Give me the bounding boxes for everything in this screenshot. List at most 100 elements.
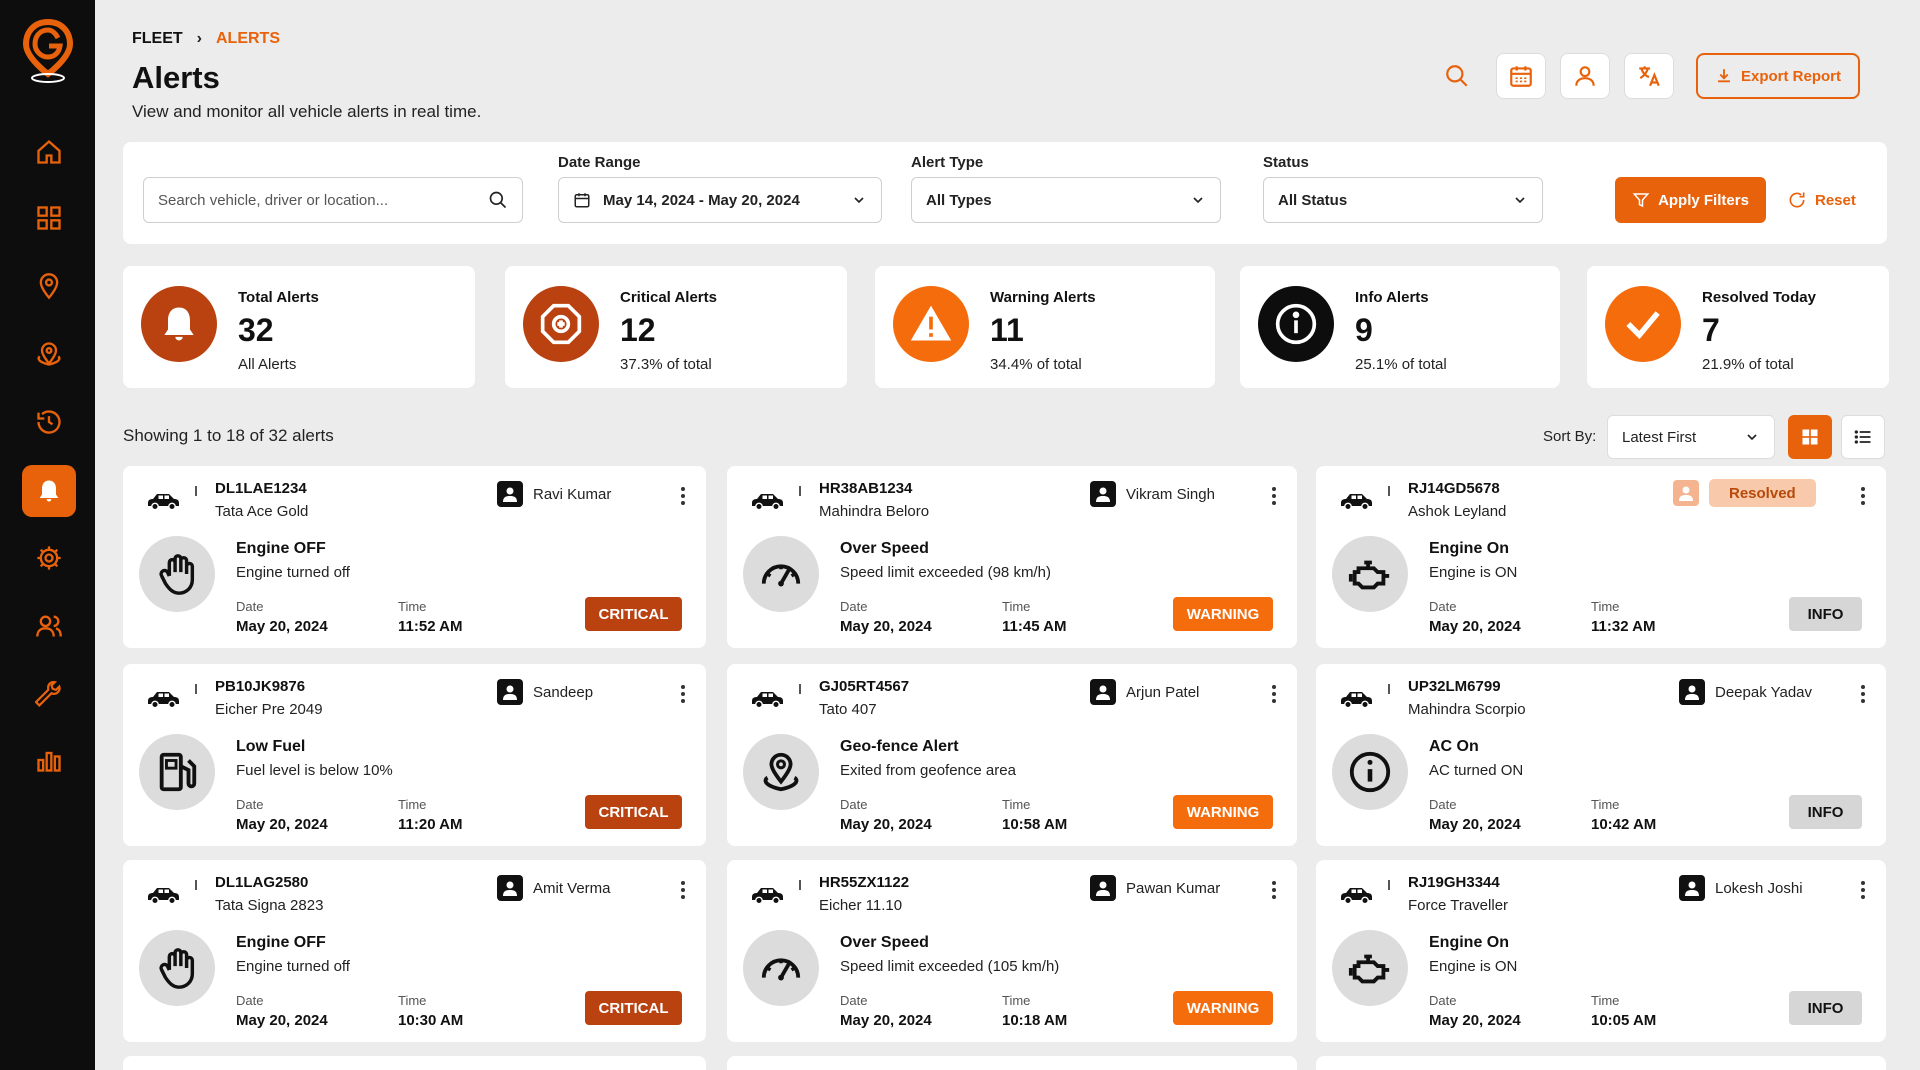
driver-name[interactable]: Lokesh Joshi — [1715, 880, 1803, 897]
stat-sub: 34.4% of total — [990, 356, 1082, 373]
vehicle-plate[interactable]: RJ14GD5678 — [1408, 480, 1500, 497]
results-count: Showing 1 to 18 of 32 alerts — [123, 426, 334, 445]
export-report-button[interactable]: Export Report — [1696, 53, 1860, 99]
sidebar-item-history[interactable] — [22, 396, 76, 448]
search-field[interactable] — [143, 177, 523, 223]
stat-card-resolved[interactable]: Resolved Today 7 21.9% of total — [1587, 266, 1889, 388]
search-button[interactable] — [1432, 51, 1482, 101]
search-icon — [1446, 65, 1468, 87]
page-subtitle: View and monitor all vehicle alerts in r… — [132, 102, 482, 121]
alert-description: Speed limit exceeded (105 km/h) — [840, 958, 1060, 975]
vehicle-plate[interactable]: UP32LM6799 — [1408, 678, 1501, 695]
stat-icon-circle — [1258, 286, 1334, 362]
driver-name[interactable]: Sandeep — [533, 684, 593, 701]
sidebar-item-reports[interactable] — [22, 734, 76, 786]
sort-value: Latest First — [1622, 428, 1697, 446]
driver-name[interactable]: Vikram Singh — [1126, 486, 1215, 503]
alert-card[interactable]: PB10JK9876 Eicher Pre 2049 Sandeep Low Fuel… — [123, 664, 706, 846]
sidebar-item-geofence[interactable] — [22, 328, 76, 380]
alert-type-select[interactable]: All Types — [911, 177, 1221, 223]
breadcrumb-chevron-icon: › — [196, 30, 202, 47]
language-button[interactable] — [1624, 53, 1674, 99]
bell-icon — [164, 307, 194, 341]
alert-title: Low Fuel — [236, 738, 306, 755]
more-options-icon[interactable] — [1271, 486, 1277, 506]
apply-filters-button[interactable]: Apply Filters — [1615, 177, 1766, 223]
more-options-icon[interactable] — [680, 880, 686, 900]
alert-card[interactable]: RJ19GH3344 Force Traveller Lokesh Joshi Eng… — [1316, 860, 1886, 1042]
car-icon — [148, 692, 179, 709]
engine-icon — [1348, 954, 1390, 984]
more-options-icon[interactable] — [680, 684, 686, 704]
calendar-icon — [574, 193, 590, 208]
brand-logo-icon[interactable] — [22, 18, 74, 84]
driver-name[interactable]: Amit Verma — [533, 880, 611, 897]
sidebar-item-users[interactable] — [22, 600, 76, 652]
stat-card-critical[interactable]: Critical Alerts 12 37.3% of total — [505, 266, 847, 388]
alert-card[interactable] — [727, 1056, 1297, 1070]
stat-card-info[interactable]: Info Alerts 9 25.1% of total — [1240, 266, 1560, 388]
alert-card[interactable]: DL1LAE1234 Tata Ace Gold Ravi Kumar Engine … — [123, 466, 706, 648]
separator-tick — [799, 880, 801, 890]
list-view-button[interactable] — [1841, 415, 1885, 459]
sidebar-item-alerts[interactable] — [22, 465, 76, 517]
vehicle-plate[interactable]: RJ19GH3344 — [1408, 874, 1500, 891]
alert-card[interactable] — [123, 1056, 706, 1070]
vehicle-plate[interactable]: DL1LAE1234 — [215, 480, 307, 497]
vehicle-plate[interactable]: DL1LAG2580 — [215, 874, 308, 891]
grid-view-button[interactable] — [1788, 415, 1832, 459]
stat-card-total[interactable]: Total Alerts 32 All Alerts — [123, 266, 475, 388]
vehicle-model: Ashok Leyland — [1408, 503, 1507, 520]
person-icon-glyph — [1096, 881, 1110, 896]
alert-description: Fuel level is below 10% — [236, 762, 393, 779]
more-options-icon[interactable] — [1271, 880, 1277, 900]
date-label: Date — [840, 599, 868, 614]
sidebar-item-settings[interactable] — [22, 532, 76, 584]
driver-name[interactable]: Pawan Kumar — [1126, 880, 1220, 897]
alert-card[interactable]: RJ14GD5678 Ashok Leyland Resolved Engine On… — [1316, 466, 1886, 648]
search-input[interactable] — [158, 191, 488, 209]
calendar-button[interactable] — [1496, 53, 1546, 99]
alert-date: May 20, 2024 — [840, 816, 932, 833]
stat-card-warning[interactable]: Warning Alerts 11 34.4% of total — [875, 266, 1215, 388]
driver-name[interactable]: Arjun Patel — [1126, 684, 1199, 701]
more-options-icon[interactable] — [1860, 880, 1866, 900]
breadcrumb-root[interactable]: FLEET — [132, 30, 183, 48]
alert-date: May 20, 2024 — [236, 816, 328, 833]
driver-name[interactable]: Ravi Kumar — [533, 486, 611, 503]
more-options-icon[interactable] — [1271, 684, 1277, 704]
more-options-icon[interactable] — [680, 486, 686, 506]
alert-card[interactable]: HR55ZX1122 Eicher 11.10 Pawan Kumar Over Sp… — [727, 860, 1297, 1042]
alert-card[interactable] — [1316, 1056, 1886, 1070]
alert-card[interactable]: DL1LAG2580 Tata Signa 2823 Amit Verma Engin… — [123, 860, 706, 1042]
sidebar-item-home[interactable] — [22, 126, 76, 178]
more-options-icon[interactable] — [1860, 684, 1866, 704]
vehicle-model: Mahindra Scorpio — [1408, 701, 1526, 718]
vehicle-plate[interactable]: HR38AB1234 — [819, 480, 912, 497]
chevron-down-icon — [854, 197, 864, 204]
sidebar-item-maintenance[interactable] — [22, 668, 76, 720]
reset-button[interactable]: Reset — [1787, 177, 1867, 223]
vehicle-plate[interactable]: GJ05RT4567 — [819, 678, 909, 695]
alert-title: Engine OFF — [236, 540, 326, 557]
status-select[interactable]: All Status — [1263, 177, 1543, 223]
profile-button[interactable] — [1560, 53, 1610, 99]
driver-info: Amit Verma — [497, 875, 611, 901]
alert-card[interactable]: HR38AB1234 Mahindra Beloro Vikram Singh Ove… — [727, 466, 1297, 648]
driver-name[interactable]: Deepak Yadav — [1715, 684, 1812, 701]
time-label: Time — [1002, 993, 1031, 1008]
sidebar-item-dashboard[interactable] — [22, 192, 76, 244]
alert-card[interactable]: UP32LM6799 Mahindra Scorpio Deepak Yadav AC… — [1316, 664, 1886, 846]
alert-time: 10:05 AM — [1591, 1012, 1657, 1029]
date-range-select[interactable]: May 14, 2024 - May 20, 2024 — [558, 177, 882, 223]
vehicle-plate[interactable]: HR55ZX1122 — [819, 874, 909, 891]
sidebar-item-tracking[interactable] — [22, 260, 76, 312]
chevron-down-icon — [1193, 197, 1203, 204]
alert-card[interactable]: GJ05RT4567 Tato 407 Arjun Patel Geo-fence A… — [727, 664, 1297, 846]
more-options-icon[interactable] — [1860, 486, 1866, 506]
bar-chart-icon — [37, 751, 61, 772]
driver-info: Resolved — [1673, 479, 1816, 507]
vehicle-plate[interactable]: PB10JK9876 — [215, 678, 305, 695]
time-label: Time — [1002, 599, 1031, 614]
sort-select[interactable]: Latest First — [1607, 415, 1775, 459]
